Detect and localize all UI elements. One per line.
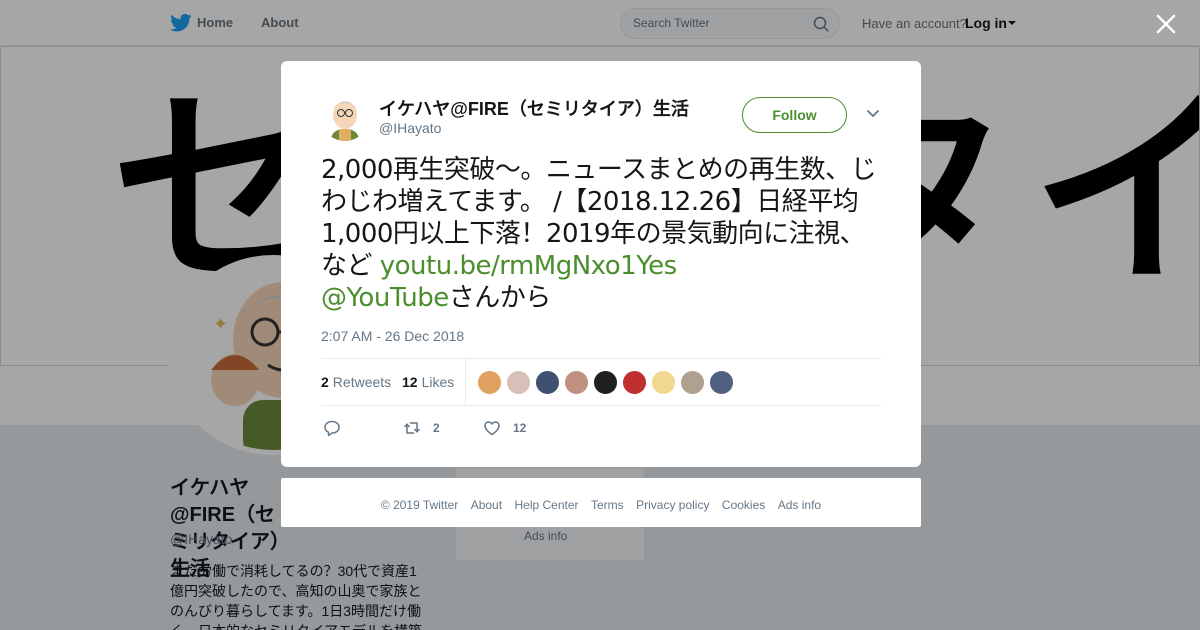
reply-button[interactable] xyxy=(323,418,341,438)
footer-link-about[interactable]: About xyxy=(471,498,502,512)
tweet-timestamp[interactable]: 2:07 AM - 26 Dec 2018 xyxy=(321,328,464,344)
retweet-icon xyxy=(403,422,421,434)
like-action-count: 12 xyxy=(513,421,527,435)
heart-icon xyxy=(484,421,500,436)
liker-avatar[interactable] xyxy=(651,370,676,395)
modal-footer: © 2019 Twitter About Help Center Terms P… xyxy=(281,478,921,527)
retweets-count: 2 xyxy=(321,374,329,390)
tweet-actions: 2 12 xyxy=(321,416,881,440)
tweet-author-name[interactable]: イケハヤ@FIRE（セミリタイア）生活 xyxy=(379,95,699,121)
footer-link-help-center[interactable]: Help Center xyxy=(515,498,579,512)
liker-avatar[interactable] xyxy=(709,370,734,395)
author-avatar-illustration-icon xyxy=(321,93,369,141)
tweet-link[interactable]: youtu.be/rmMgNxo1Yes xyxy=(380,251,677,281)
liker-avatar[interactable] xyxy=(535,370,560,395)
tweet-text: 2,000再生突破〜。ニュースまとめの再生数、じわじわ増えてます。 /【2018… xyxy=(321,154,881,314)
tweet-author-handle[interactable]: @IHayato xyxy=(379,120,441,136)
liker-avatar[interactable] xyxy=(593,370,618,395)
stats-divider xyxy=(465,359,466,405)
retweet-button[interactable]: 2 xyxy=(403,418,440,438)
tweet-stats: 2 Retweets 12 Likes xyxy=(321,358,881,406)
footer-copyright[interactable]: © 2019 Twitter xyxy=(381,498,458,512)
tweet-modal: イケハヤ@FIRE（セミリタイア）生活 @IHayato Follow 2,00… xyxy=(281,61,921,467)
likes-count: 12 xyxy=(402,374,418,390)
reply-icon xyxy=(324,420,340,437)
retweets-stat[interactable]: 2 Retweets xyxy=(321,374,391,390)
retweet-action-count: 2 xyxy=(433,421,440,435)
footer-link-terms[interactable]: Terms xyxy=(591,498,624,512)
liker-avatar[interactable] xyxy=(477,370,502,395)
likes-label: Likes xyxy=(421,374,455,390)
liker-avatar[interactable] xyxy=(506,370,531,395)
retweets-label: Retweets xyxy=(332,374,392,390)
tweet-author-avatar[interactable] xyxy=(321,93,369,141)
footer-link-privacy[interactable]: Privacy policy xyxy=(636,498,709,512)
footer-link-ads-info[interactable]: Ads info xyxy=(778,498,821,512)
footer-link-cookies[interactable]: Cookies xyxy=(722,498,765,512)
chevron-down-icon[interactable] xyxy=(866,109,880,119)
tweet-mention[interactable]: @YouTube xyxy=(321,283,449,313)
liker-avatar[interactable] xyxy=(622,370,647,395)
like-button[interactable]: 12 xyxy=(483,418,526,438)
close-icon[interactable] xyxy=(1154,12,1178,36)
tweet-tail-text: さんから xyxy=(448,283,552,313)
liker-avatar[interactable] xyxy=(564,370,589,395)
follow-button[interactable]: Follow xyxy=(742,97,847,133)
liker-avatar[interactable] xyxy=(680,370,705,395)
likes-stat[interactable]: 12 Likes xyxy=(402,374,454,390)
